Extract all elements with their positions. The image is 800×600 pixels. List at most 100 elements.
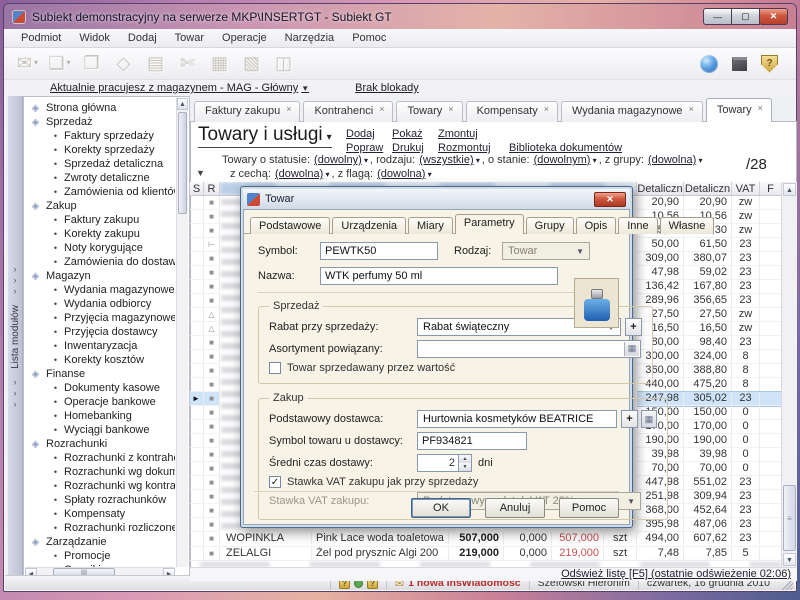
sidebar-item[interactable]: • Przyjęcia dostawcy <box>51 325 175 339</box>
filter-segment[interactable]: (dowolna) <box>275 168 330 181</box>
ok-button[interactable]: OK <box>411 498 471 518</box>
sidebar-item[interactable]: • Noty korygujące <box>51 241 175 255</box>
table-row[interactable]: ► ■ <box>190 364 220 378</box>
table-row[interactable]: 20,90 20,90 zw <box>637 196 781 210</box>
sidebar-item[interactable]: • Korekty zakupu <box>51 227 175 241</box>
filter-segment[interactable]: Towary o statusie: <box>222 154 310 167</box>
column-header-r[interactable]: R <box>204 182 220 195</box>
table-row[interactable]: 440,00 475,20 8 <box>637 378 781 392</box>
sidebar-item[interactable]: • Sprzedaż detaliczna <box>51 157 175 171</box>
column-header-s[interactable]: S <box>190 182 204 195</box>
toolbar-icon[interactable]: ✄ <box>174 53 201 74</box>
dostawca-input[interactable]: Hurtownia kosmetyków BEATRICE <box>417 410 617 428</box>
dialog-close-button[interactable]: ✕ <box>594 192 626 207</box>
sidebar-item[interactable]: • Kompensaty <box>51 507 175 521</box>
table-row[interactable]: 360,00 388,80 8 <box>637 364 781 378</box>
column-header-f[interactable]: F <box>760 182 781 195</box>
table-row[interactable]: ► ■ <box>190 294 220 308</box>
table-row[interactable]: ► ■ <box>190 476 220 490</box>
table-row[interactable]: 136,42 167,80 23 <box>637 280 781 294</box>
maximize-button[interactable]: ▢ <box>731 8 760 25</box>
close-icon[interactable]: × <box>286 104 291 114</box>
filter-segment[interactable]: (wszystkie) <box>419 154 480 167</box>
table-row[interactable]: 16,50 16,50 zw <box>637 322 781 336</box>
menu-item[interactable]: Narzędzia <box>276 30 344 46</box>
wartosc-checkbox[interactable] <box>269 362 281 374</box>
sidebar-item[interactable]: ◈ Magazyn <box>29 269 175 283</box>
table-row[interactable]: ► ■ <box>190 462 220 476</box>
table-row[interactable]: 50,00 61,50 23 <box>637 238 781 252</box>
chevron-right-icon[interactable]: › <box>14 264 17 275</box>
filter-segment[interactable]: , rodzaju: <box>370 154 415 167</box>
filter-segment[interactable]: , o stanie: <box>482 154 530 167</box>
table-row[interactable]: ► ■ <box>190 224 220 238</box>
table-row[interactable]: ■ ZELALGI Żel pod prysznic Algi 200 219,… <box>190 547 781 562</box>
sidebar-item[interactable]: • Rozrachunki rozliczone <box>51 521 175 535</box>
czas-dostawy-stepper[interactable]: 2 ▲▼ dni <box>417 454 493 472</box>
scrollbar-thumb[interactable]: ≡ <box>783 485 796 551</box>
sidebar-item[interactable]: ◈ Sprzedaż <box>29 115 175 129</box>
sidebar-item[interactable]: ◈ Strona główna <box>29 101 175 115</box>
table-row[interactable]: ► ■ <box>190 336 220 350</box>
scroll-up-icon[interactable]: ▲ <box>783 183 796 196</box>
table-row[interactable]: ► ■ <box>190 196 220 210</box>
close-icon[interactable]: × <box>758 103 763 113</box>
dialog-tab[interactable]: Opis <box>576 217 617 234</box>
rodzaj-select[interactable]: Towar▼ <box>502 242 590 260</box>
magazine-link[interactable]: Aktualnie pracujesz z magazynem - MAG - … <box>50 82 309 94</box>
table-row[interactable]: ► ■ <box>190 448 220 462</box>
chevron-right-icon[interactable]: › <box>14 388 17 399</box>
sidebar-item[interactable]: • Operacje bankowe <box>51 395 175 409</box>
table-row[interactable]: ► ■ <box>190 378 220 392</box>
document-tab[interactable]: Towary × <box>706 98 772 122</box>
sidebar-item[interactable]: • Rozrachunki z kontrahentami <box>51 451 175 465</box>
title-bar[interactable]: Subiekt demonstracyjny na serwerze MKP\I… <box>4 4 796 29</box>
column-header-detaliczna-netto[interactable]: Detaliczn <box>637 182 684 195</box>
chevron-right-icon[interactable]: › <box>14 399 17 410</box>
sidebar-item[interactable]: ◈ Zakup <box>29 199 175 213</box>
toolbar-icon[interactable]: ◫ <box>270 53 297 74</box>
dialog-tab[interactable]: Grupy <box>526 217 574 234</box>
filter-segment[interactable]: , z flagą: <box>332 168 374 181</box>
filter-segment[interactable]: (dowolny) <box>314 154 368 167</box>
dialog-tab[interactable]: Miary <box>408 217 453 234</box>
document-tab[interactable]: Kompensaty × <box>466 101 558 122</box>
sidebar-item[interactable]: • Promocje <box>51 549 175 563</box>
add-rabat-button[interactable]: + <box>625 318 642 336</box>
menu-item[interactable]: Podmiot <box>12 30 70 46</box>
dialog-tab[interactable]: Inne <box>618 217 657 234</box>
table-row[interactable]: 27,50 27,50 zw <box>637 308 781 322</box>
add-dostawca-button[interactable]: + <box>621 410 638 428</box>
sidebar-item[interactable]: • Wydania magazynowe <box>51 283 175 297</box>
document-tab[interactable]: Kontrahenci × <box>303 101 393 122</box>
chevron-right-icon[interactable]: › <box>14 286 17 297</box>
close-icon[interactable]: × <box>689 104 694 114</box>
sidebar-item[interactable]: • Korekty kosztów <box>51 353 175 367</box>
symbol-input[interactable]: PEWTK50 <box>320 242 438 260</box>
close-icon[interactable]: × <box>379 104 384 114</box>
toolbar-icon[interactable]: ▦ <box>206 53 233 74</box>
scrollbar-thumb[interactable] <box>178 112 187 214</box>
table-row[interactable]: ► △ <box>190 322 220 336</box>
sidebar-item[interactable]: ◈ Zarządzanie <box>29 535 175 549</box>
toolbar-icon[interactable]: ✉ <box>14 53 41 74</box>
table-row[interactable]: 395,98 487,06 23 <box>637 518 781 532</box>
close-icon[interactable]: × <box>544 104 549 114</box>
czas-dostawy-input[interactable]: 2 <box>417 454 459 472</box>
sidebar-item[interactable]: • Korekty sprzedaży <box>51 143 175 157</box>
action-link[interactable]: Dodaj <box>346 128 392 142</box>
dialog-tab[interactable]: Urządzenia <box>332 217 406 234</box>
module-list-tab[interactable]: Lista modułów <box>10 305 21 369</box>
table-row[interactable]: ► ■ <box>190 392 220 406</box>
filter-segment[interactable]: (dowolna) <box>648 154 703 167</box>
globe-icon[interactable] <box>700 55 718 73</box>
browse-icon[interactable]: ▦ <box>624 342 639 356</box>
sidebar-item[interactable]: • Wyciągi bankowe <box>51 423 175 437</box>
dialog-tab[interactable]: Parametry <box>455 214 524 234</box>
table-row[interactable]: ► ■ <box>190 266 220 280</box>
browse-icon[interactable]: ▦ <box>641 410 657 428</box>
sidebar-item[interactable]: • Inwentaryzacja <box>51 339 175 353</box>
table-row[interactable]: ► ■ <box>190 420 220 434</box>
action-link[interactable]: Zmontuj <box>438 128 484 142</box>
toolbar-icon[interactable]: ▧ <box>238 53 265 74</box>
